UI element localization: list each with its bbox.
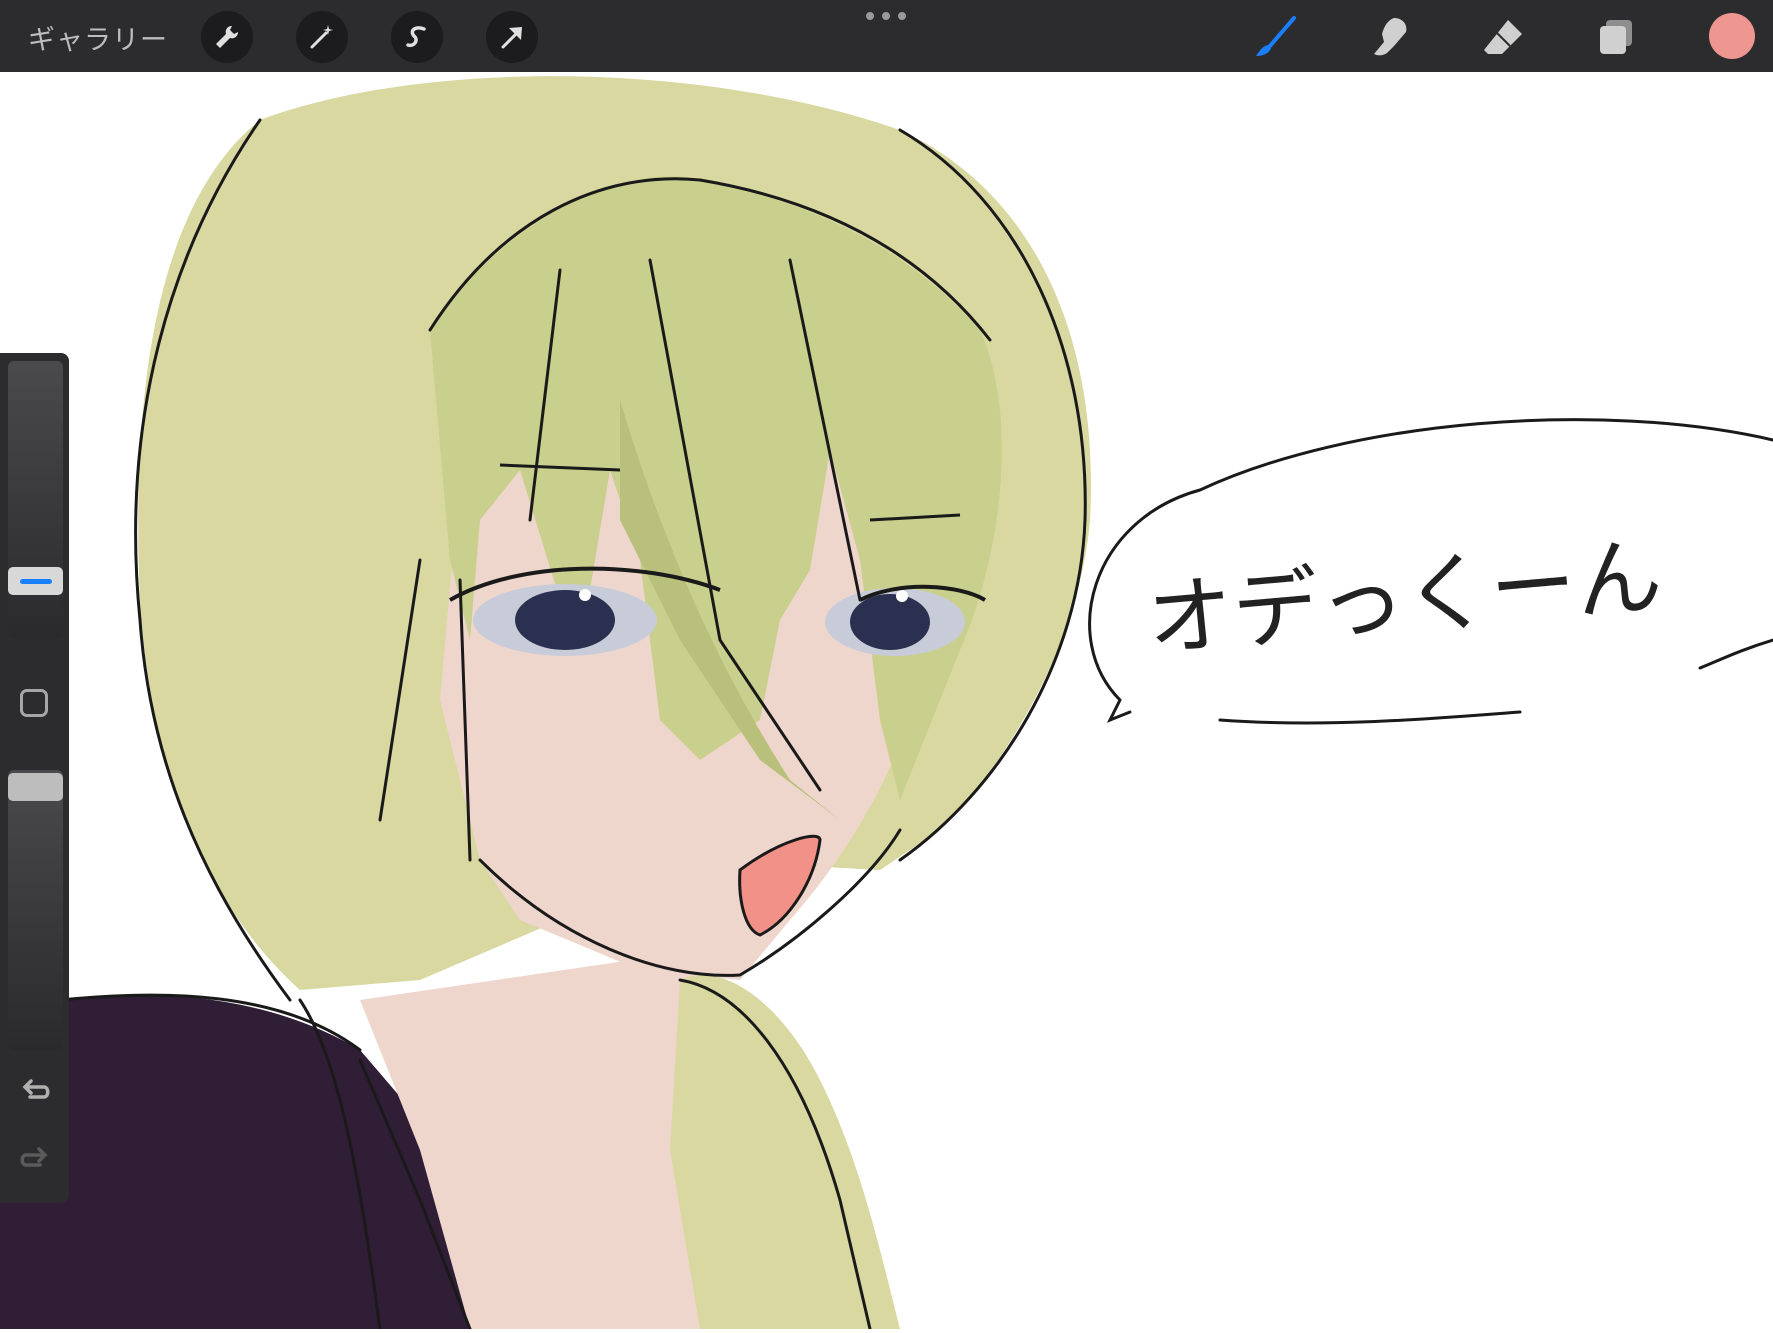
actions-button[interactable] xyxy=(201,11,253,63)
brush-icon xyxy=(1256,16,1296,56)
selection-button[interactable] xyxy=(391,11,443,63)
brush-tool-button[interactable] xyxy=(1250,12,1300,62)
more-dots-icon[interactable] xyxy=(866,10,906,22)
top-toolbar: ギャラリー xyxy=(0,0,1773,72)
right-pupil xyxy=(850,594,930,650)
gallery-button[interactable]: ギャラリー xyxy=(28,18,168,57)
transform-button[interactable] xyxy=(486,11,538,63)
color-picker-button[interactable] xyxy=(1709,13,1755,59)
adjustments-button[interactable] xyxy=(296,11,348,63)
layers-icon xyxy=(1600,20,1632,54)
selection-s-icon xyxy=(406,26,426,48)
brush-size-thumb[interactable] xyxy=(8,567,63,595)
brush-size-slider[interactable] xyxy=(8,361,63,639)
smudge-tool-button[interactable] xyxy=(1364,12,1414,62)
speech-text: オデっくーん xyxy=(1143,526,1666,671)
magic-wand-icon xyxy=(310,25,333,49)
side-hair-lock xyxy=(670,974,900,1329)
artwork-illustration: オデっくーん xyxy=(0,76,1773,1331)
arrow-cursor-icon xyxy=(501,27,522,49)
eraser-tool-button[interactable] xyxy=(1478,12,1528,62)
square-modify-icon[interactable] xyxy=(20,689,48,717)
drawing-canvas[interactable]: オデっくーん xyxy=(0,72,1773,1331)
sidebar xyxy=(0,353,69,1203)
opacity-thumb[interactable] xyxy=(8,773,63,801)
undo-arrow-icon[interactable] xyxy=(18,1075,52,1109)
redo-arrow-icon[interactable] xyxy=(18,1143,52,1177)
layers-button[interactable] xyxy=(1592,12,1642,62)
smudge-finger-icon xyxy=(1374,18,1407,56)
eraser-icon xyxy=(1484,20,1522,54)
opacity-slider[interactable] xyxy=(8,770,63,1050)
wrench-icon xyxy=(216,25,239,48)
left-pupil xyxy=(515,590,615,650)
